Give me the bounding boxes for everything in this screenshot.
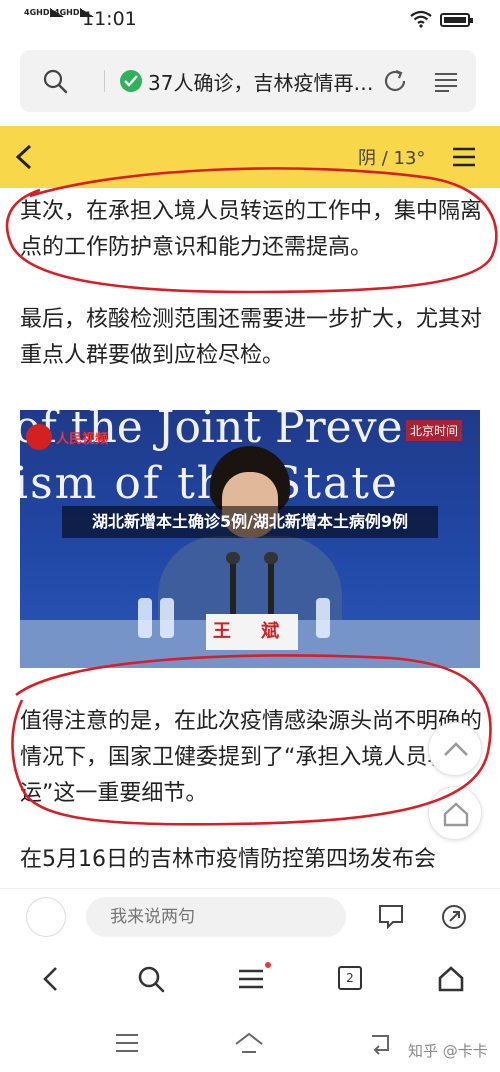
tabs-button[interactable]: 2 xyxy=(338,966,362,990)
wifi-icon xyxy=(410,10,432,28)
back-icon[interactable] xyxy=(14,144,34,170)
channel-name: 人民视频 xyxy=(56,432,109,447)
weather-label: 阴 / 13° xyxy=(358,148,426,169)
reload-icon[interactable] xyxy=(382,68,408,94)
notification-dot xyxy=(265,962,271,968)
channel-logo-icon xyxy=(26,424,52,450)
article-paragraph: 在5月16日的吉林市疫情防控第四场发布会 xyxy=(20,847,436,872)
article-paragraph: 其次，在承担入境人员转运的工作中，集中隔离点的工作防护意识和能力还需提高。 xyxy=(20,199,483,260)
water-bottle xyxy=(160,598,174,638)
back-icon[interactable] xyxy=(366,1030,396,1056)
share-icon[interactable] xyxy=(440,903,468,931)
home-float-button[interactable] xyxy=(428,786,482,840)
image-caption: 湖北新增本土确诊5例/湖北新增本土病例9例 xyxy=(62,506,438,538)
comment-icon[interactable] xyxy=(378,903,404,929)
menu-icon[interactable] xyxy=(236,964,266,994)
shield-check-icon xyxy=(120,70,142,92)
article-body: 其次，在承担入境人员转运的工作中，集中隔离点的工作防护意识和能力还需提高。 最后… xyxy=(0,188,500,888)
microphone-icon xyxy=(226,552,240,620)
nameplate: 王 斌 xyxy=(206,614,298,650)
home-icon[interactable] xyxy=(436,964,466,994)
signal-1-label: 4GHD xyxy=(24,8,50,17)
article-paragraph: 最后，核酸检测范围还需要进一步扩大，尤其对重点人群要做到应检尽检。 xyxy=(20,307,483,368)
status-time: 11:01 xyxy=(82,8,137,30)
home-icon[interactable] xyxy=(234,1030,264,1056)
system-nav: 知乎 @卡卡 xyxy=(0,1014,500,1072)
article-paragraph: 值得注意的是，在此次疫情感染源头尚不明确的情况下，国家卫健委提到了“承担入境人员… xyxy=(20,709,483,806)
divider xyxy=(104,70,105,92)
chevron-up-icon xyxy=(444,742,468,756)
signal-2-label: 4GHD xyxy=(54,8,80,17)
article-photo[interactable]: of the Joint Preve ism of the State 人民视频… xyxy=(20,410,480,668)
comment-input[interactable] xyxy=(86,897,346,937)
browser-nav: 2 xyxy=(0,944,500,1014)
scroll-top-button[interactable] xyxy=(428,722,482,776)
comment-bar xyxy=(0,888,500,944)
water-bottle xyxy=(138,598,152,638)
back-icon[interactable] xyxy=(36,964,66,994)
menu-icon[interactable] xyxy=(452,146,476,168)
avatar[interactable] xyxy=(26,897,66,937)
reader-menu-icon[interactable] xyxy=(434,72,458,92)
battery-icon xyxy=(440,13,473,27)
microphone-icon xyxy=(264,552,278,620)
home-icon xyxy=(443,802,469,827)
address-bar[interactable]: 37人确诊，吉林疫情再… xyxy=(20,50,476,112)
search-icon[interactable] xyxy=(42,68,68,94)
status-bar: 4GHD 4GHD 11:01 xyxy=(0,0,500,40)
water-bottle xyxy=(316,598,330,638)
page-header: 阴 / 13° xyxy=(0,126,500,188)
search-icon[interactable] xyxy=(136,964,166,994)
recents-icon[interactable] xyxy=(112,1030,142,1056)
corner-badge: 北京时间 xyxy=(406,420,463,441)
watermark: 知乎 @卡卡 xyxy=(408,1042,488,1060)
page-title[interactable]: 37人确诊，吉林疫情再… xyxy=(148,67,373,96)
